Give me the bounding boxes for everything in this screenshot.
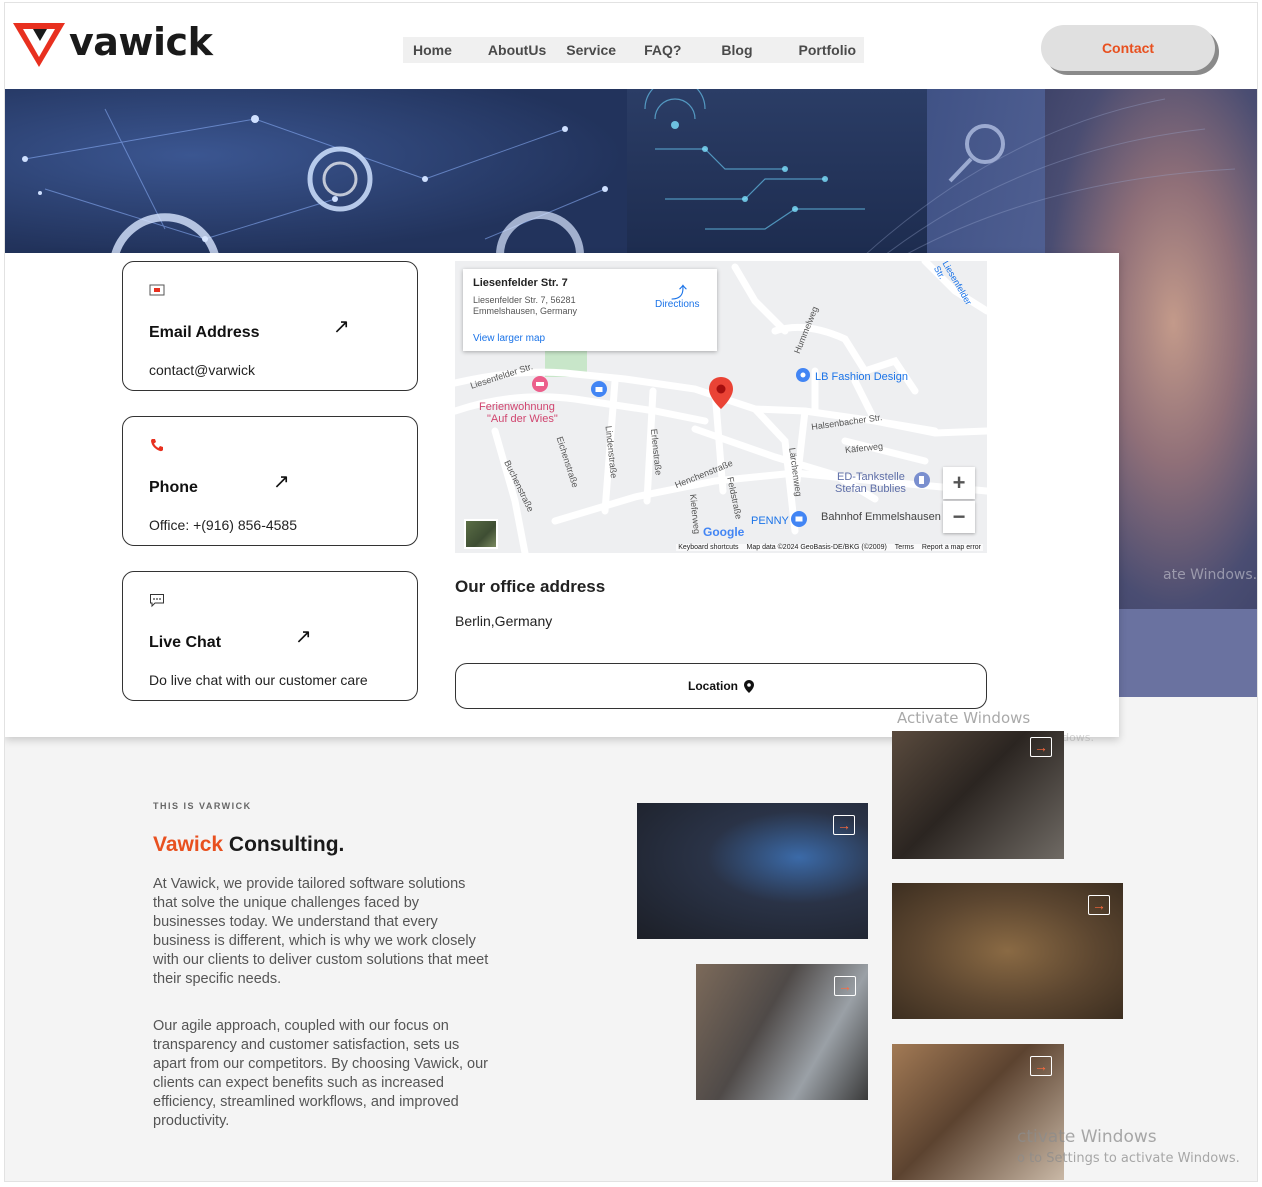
email-card-title: Email Address bbox=[149, 324, 260, 341]
laptop-woman-photo[interactable]: → bbox=[892, 731, 1064, 859]
main-nav: Home AboutUs Service FAQ? Blog Portfolio bbox=[403, 37, 865, 63]
live-chat-card[interactable]: Live Chat ↗ Do live chat with our custom… bbox=[122, 571, 418, 701]
logo-mark-icon bbox=[13, 23, 65, 67]
map-label-poi: ED-Tankstelle bbox=[837, 471, 905, 483]
contact-button[interactable]: Contact bbox=[1041, 25, 1215, 71]
arrow-up-right-icon[interactable]: ↗ bbox=[273, 469, 290, 494]
place-card: Liesenfelder Str. 7 Liesenfelder Str. 7,… bbox=[463, 269, 717, 351]
nav-aboutus[interactable]: AboutUs bbox=[488, 42, 546, 58]
directions-link[interactable]: Directions bbox=[655, 299, 699, 310]
arrow-right-icon[interactable]: → bbox=[1030, 1056, 1052, 1076]
lodging-pin-icon bbox=[532, 376, 548, 392]
email-card-text: contact@varwick bbox=[149, 362, 256, 378]
map-data-credit: Map data ©2024 GeoBasis-DE/BKG (©2009) bbox=[746, 544, 887, 551]
terms-link[interactable]: Terms bbox=[895, 544, 914, 551]
nav-service[interactable]: Service bbox=[566, 42, 616, 58]
map-label-poi: Stefan Bublies bbox=[835, 483, 906, 495]
about-paragraph-1: At Vawick, we provide tailored software … bbox=[153, 876, 489, 987]
location-pin-icon bbox=[744, 679, 754, 693]
nav-blog[interactable]: Blog bbox=[721, 42, 752, 58]
site-header: vawick Home AboutUs Service FAQ? Blog Po… bbox=[5, 3, 1257, 89]
chat-icon bbox=[150, 594, 164, 608]
live-chat-card-text: Do live chat with our customer care bbox=[149, 672, 368, 688]
email-card[interactable]: Email Address ↗ contact@varwick bbox=[122, 261, 418, 391]
keyboard-shortcuts-link[interactable]: Keyboard shortcuts bbox=[678, 544, 738, 551]
location-button-label: Location bbox=[688, 679, 738, 693]
report-map-error-link[interactable]: Report a map error bbox=[922, 544, 981, 551]
arrow-right-icon[interactable]: → bbox=[833, 815, 855, 835]
team-laptops-photo[interactable]: → bbox=[892, 883, 1123, 1019]
location-button[interactable]: Location bbox=[455, 663, 987, 709]
arrow-right-icon[interactable]: → bbox=[1030, 737, 1052, 757]
place-title: Liesenfelder Str. 7 bbox=[473, 277, 568, 289]
office-map[interactable]: Liesenfelder Str. Liesenfelder Str. LB F… bbox=[455, 261, 987, 553]
location-pin-icon bbox=[796, 368, 810, 382]
arrow-right-icon[interactable]: → bbox=[1088, 895, 1110, 915]
google-logo: Google bbox=[703, 525, 745, 539]
about-paragraph-2: Our agile approach, coupled with our foc… bbox=[153, 1018, 488, 1129]
map-label-poi: PENNY bbox=[751, 515, 789, 527]
about-title-accent: Vawick bbox=[153, 833, 224, 856]
shop-pin-icon bbox=[591, 381, 607, 397]
activate-windows-hint: o to Settings to activate Windows. bbox=[1017, 1151, 1240, 1166]
envelope-icon bbox=[149, 284, 165, 296]
office-city: Berlin,Germany bbox=[455, 613, 553, 629]
arrow-up-right-icon[interactable]: ↗ bbox=[295, 624, 312, 649]
map-footer: Keyboard shortcuts Map data ©2024 GeoBas… bbox=[676, 544, 983, 551]
phone-card-title: Phone bbox=[149, 479, 198, 496]
about-title: Vawick Consulting. bbox=[153, 833, 344, 857]
map-label-poi: Bahnhof Emmelshausen bbox=[821, 511, 941, 523]
activate-windows-watermark: ctivate Windows bbox=[1017, 1127, 1157, 1147]
activate-windows-watermark: Activate Windows bbox=[897, 709, 1031, 727]
phone-card[interactable]: Phone ↗ Office: +(916) 856-4585 bbox=[122, 416, 418, 546]
brand-logo[interactable]: vawick bbox=[11, 19, 213, 69]
nav-home[interactable]: Home bbox=[413, 42, 452, 58]
place-address: Liesenfelder Str. 7, 56281 Emmelshausen,… bbox=[473, 295, 578, 316]
arrow-up-right-icon[interactable]: ↗ bbox=[333, 314, 350, 339]
satellite-toggle[interactable] bbox=[464, 519, 498, 549]
zoom-in-button[interactable]: + bbox=[943, 467, 975, 499]
page-frame: vawick Home AboutUs Service FAQ? Blog Po… bbox=[4, 2, 1258, 1182]
map-label-poi: "Auf der Wies" bbox=[487, 413, 558, 425]
office-address-title: Our office address bbox=[455, 577, 606, 596]
live-chat-card-title: Live Chat bbox=[149, 634, 222, 651]
fuel-pin-icon bbox=[914, 472, 930, 488]
map-label-poi: Ferienwohnung bbox=[479, 401, 555, 413]
zoom-out-button[interactable]: − bbox=[943, 501, 975, 533]
nav-portfolio[interactable]: Portfolio bbox=[799, 42, 857, 58]
phone-icon bbox=[151, 439, 163, 452]
contact-panel: Email Address ↗ contact@varwick Phone ↗ … bbox=[5, 253, 1119, 744]
arrow-right-icon[interactable]: → bbox=[834, 976, 856, 996]
map-marker-icon[interactable] bbox=[709, 377, 733, 409]
about-eyebrow: THIS IS VARWICK bbox=[153, 801, 252, 811]
map-label-poi: LB Fashion Design bbox=[815, 371, 908, 383]
meeting-photo-hands[interactable]: → bbox=[637, 803, 868, 939]
high-five-photo[interactable]: → bbox=[696, 964, 868, 1100]
phone-card-text: Office: +(916) 856-4585 bbox=[149, 517, 298, 533]
penny-shop-icon bbox=[791, 511, 807, 527]
nav-faq[interactable]: FAQ? bbox=[644, 42, 681, 58]
view-larger-map-link[interactable]: View larger map bbox=[473, 333, 545, 344]
hero-watermark: ate Windows. bbox=[1163, 567, 1258, 583]
brand-name: vawick bbox=[69, 20, 213, 64]
about-title-rest: Consulting. bbox=[223, 833, 345, 856]
